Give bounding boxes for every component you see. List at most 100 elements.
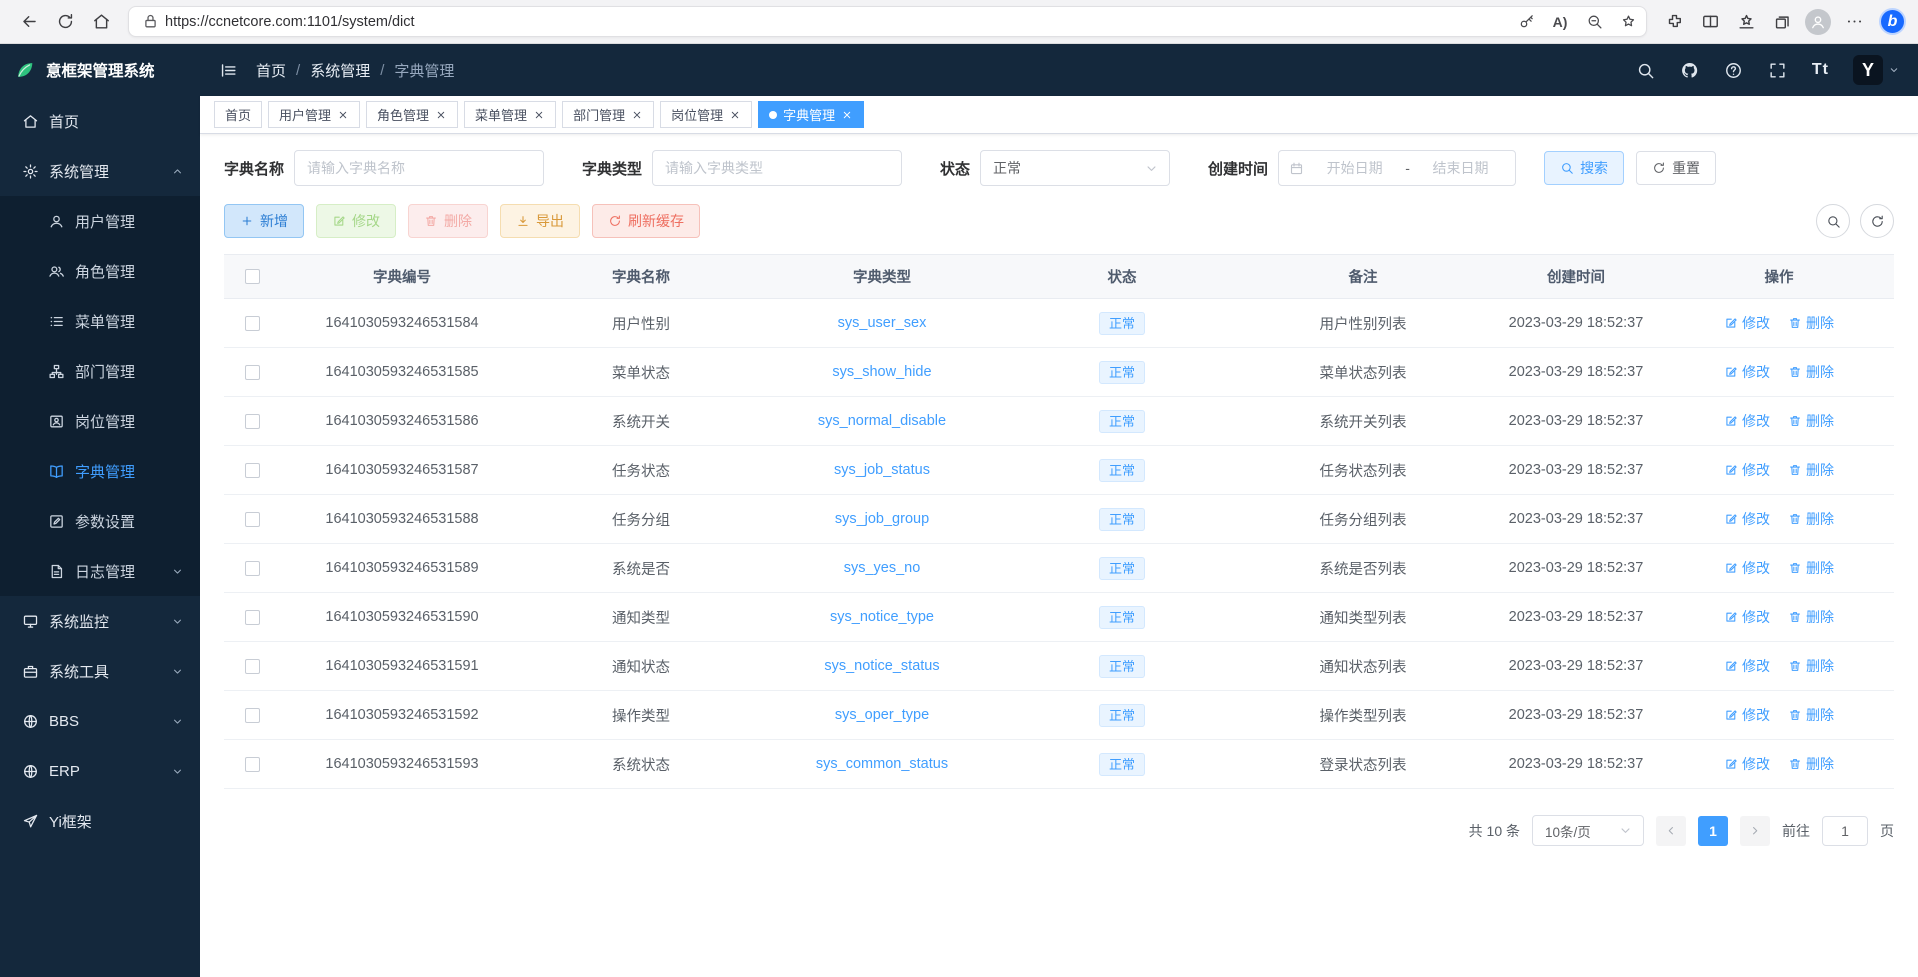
- dict-type-link[interactable]: sys_job_status: [834, 462, 930, 478]
- close-icon[interactable]: [729, 109, 741, 121]
- sidebar-item-tools[interactable]: 系统工具: [0, 646, 200, 696]
- favorites-bar-icon[interactable]: [1729, 5, 1763, 39]
- date-range-picker[interactable]: 开始日期 - 结束日期: [1278, 150, 1516, 186]
- breadcrumb-item[interactable]: 首页: [256, 60, 286, 81]
- user-menu[interactable]: Y: [1853, 55, 1900, 85]
- row-edit-button[interactable]: 修改: [1724, 509, 1770, 529]
- row-delete-button[interactable]: 删除: [1788, 313, 1834, 333]
- breadcrumb-item[interactable]: 系统管理: [310, 60, 370, 81]
- next-page-button[interactable]: [1740, 816, 1770, 846]
- user-avatar[interactable]: Y: [1853, 55, 1883, 85]
- font-size-icon[interactable]: Tt: [1812, 60, 1829, 80]
- row-edit-button[interactable]: 修改: [1724, 607, 1770, 627]
- browser-home-icon[interactable]: [84, 5, 118, 39]
- status-select[interactable]: 正常: [980, 150, 1170, 186]
- help-icon[interactable]: [1724, 60, 1744, 80]
- reset-button[interactable]: 重置: [1636, 151, 1716, 185]
- sidebar-item-bbs[interactable]: BBS: [0, 696, 200, 746]
- export-button[interactable]: 导出: [500, 204, 580, 238]
- header-search-icon[interactable]: [1636, 60, 1656, 80]
- favorite-add-icon[interactable]: [1614, 8, 1642, 36]
- github-icon[interactable]: [1680, 60, 1700, 80]
- row-checkbox[interactable]: [245, 316, 260, 331]
- close-icon[interactable]: [631, 109, 643, 121]
- dict-type-link[interactable]: sys_notice_type: [830, 609, 934, 625]
- tab-role[interactable]: 角色管理: [366, 101, 458, 128]
- row-delete-button[interactable]: 删除: [1788, 705, 1834, 725]
- row-checkbox[interactable]: [245, 365, 260, 380]
- sidebar-item-erp[interactable]: ERP: [0, 746, 200, 796]
- dict-type-link[interactable]: sys_job_group: [835, 511, 929, 527]
- current-page-button[interactable]: 1: [1698, 816, 1728, 846]
- sidebar-item-user[interactable]: 用户管理: [0, 196, 200, 246]
- row-edit-button[interactable]: 修改: [1724, 754, 1770, 774]
- row-edit-button[interactable]: 修改: [1724, 558, 1770, 578]
- row-checkbox[interactable]: [245, 463, 260, 478]
- row-edit-button[interactable]: 修改: [1724, 460, 1770, 480]
- extensions-icon[interactable]: [1657, 5, 1691, 39]
- tab-home[interactable]: 首页: [214, 101, 262, 128]
- row-checkbox[interactable]: [245, 561, 260, 576]
- row-checkbox[interactable]: [245, 512, 260, 527]
- sidebar-item-post[interactable]: 岗位管理: [0, 396, 200, 446]
- read-aloud-icon[interactable]: A): [1546, 8, 1574, 36]
- sidebar-item-yi[interactable]: Yi框架: [0, 796, 200, 846]
- collections-icon[interactable]: [1765, 5, 1799, 39]
- dict-type-link[interactable]: sys_oper_type: [835, 707, 929, 723]
- select-all-checkbox[interactable]: [245, 269, 260, 284]
- page-size-select[interactable]: 10条/页: [1532, 815, 1644, 846]
- add-button[interactable]: 新增: [224, 204, 304, 238]
- end-date-placeholder[interactable]: 结束日期: [1416, 158, 1505, 178]
- dict-type-link[interactable]: sys_notice_status: [824, 658, 939, 674]
- row-delete-button[interactable]: 删除: [1788, 656, 1834, 676]
- row-checkbox[interactable]: [245, 708, 260, 723]
- zoom-out-icon[interactable]: [1580, 8, 1608, 36]
- sidebar-item-home[interactable]: 首页: [0, 96, 200, 146]
- row-delete-button[interactable]: 删除: [1788, 754, 1834, 774]
- row-edit-button[interactable]: 修改: [1724, 656, 1770, 676]
- refresh-table-button[interactable]: [1860, 204, 1894, 238]
- tab-menu[interactable]: 菜单管理: [464, 101, 556, 128]
- collapse-sidebar-icon[interactable]: [218, 60, 238, 80]
- row-delete-button[interactable]: 删除: [1788, 362, 1834, 382]
- row-edit-button[interactable]: 修改: [1724, 411, 1770, 431]
- tab-post[interactable]: 岗位管理: [660, 101, 752, 128]
- url-text[interactable]: https://ccnetcore.com:1101/system/dict: [165, 14, 1506, 30]
- browser-profile-avatar[interactable]: [1805, 9, 1831, 35]
- row-edit-button[interactable]: 修改: [1724, 705, 1770, 725]
- refresh-cache-button[interactable]: 刷新缓存: [592, 204, 700, 238]
- row-delete-button[interactable]: 删除: [1788, 509, 1834, 529]
- close-icon[interactable]: [337, 109, 349, 121]
- tab-user[interactable]: 用户管理: [268, 101, 360, 128]
- row-checkbox[interactable]: [245, 610, 260, 625]
- dict-type-link[interactable]: sys_common_status: [816, 756, 948, 772]
- back-icon[interactable]: [12, 5, 46, 39]
- toggle-search-button[interactable]: [1816, 204, 1850, 238]
- split-screen-icon[interactable]: [1693, 5, 1727, 39]
- row-delete-button[interactable]: 删除: [1788, 607, 1834, 627]
- dict-type-link[interactable]: sys_yes_no: [844, 560, 921, 576]
- close-icon[interactable]: [841, 109, 853, 121]
- row-checkbox[interactable]: [245, 757, 260, 772]
- reload-icon[interactable]: [48, 5, 82, 39]
- row-delete-button[interactable]: 删除: [1788, 558, 1834, 578]
- sidebar-item-log[interactable]: 日志管理: [0, 546, 200, 596]
- sidebar-item-system[interactable]: 系统管理: [0, 146, 200, 196]
- sidebar-item-dept[interactable]: 部门管理: [0, 346, 200, 396]
- dict-name-input[interactable]: [294, 150, 544, 186]
- row-checkbox[interactable]: [245, 659, 260, 674]
- row-delete-button[interactable]: 删除: [1788, 460, 1834, 480]
- sidebar-item-monitor[interactable]: 系统监控: [0, 596, 200, 646]
- edit-button[interactable]: 修改: [316, 204, 396, 238]
- bing-icon[interactable]: b: [1879, 8, 1906, 35]
- browser-menu-icon[interactable]: [1837, 5, 1871, 39]
- prev-page-button[interactable]: [1656, 816, 1686, 846]
- dict-type-input[interactable]: [652, 150, 902, 186]
- row-checkbox[interactable]: [245, 414, 260, 429]
- close-icon[interactable]: [533, 109, 545, 121]
- fullscreen-icon[interactable]: [1768, 60, 1788, 80]
- sidebar-item-config[interactable]: 参数设置: [0, 496, 200, 546]
- dict-type-link[interactable]: sys_show_hide: [832, 364, 931, 380]
- password-key-icon[interactable]: [1512, 8, 1540, 36]
- tab-dict[interactable]: 字典管理: [758, 101, 864, 128]
